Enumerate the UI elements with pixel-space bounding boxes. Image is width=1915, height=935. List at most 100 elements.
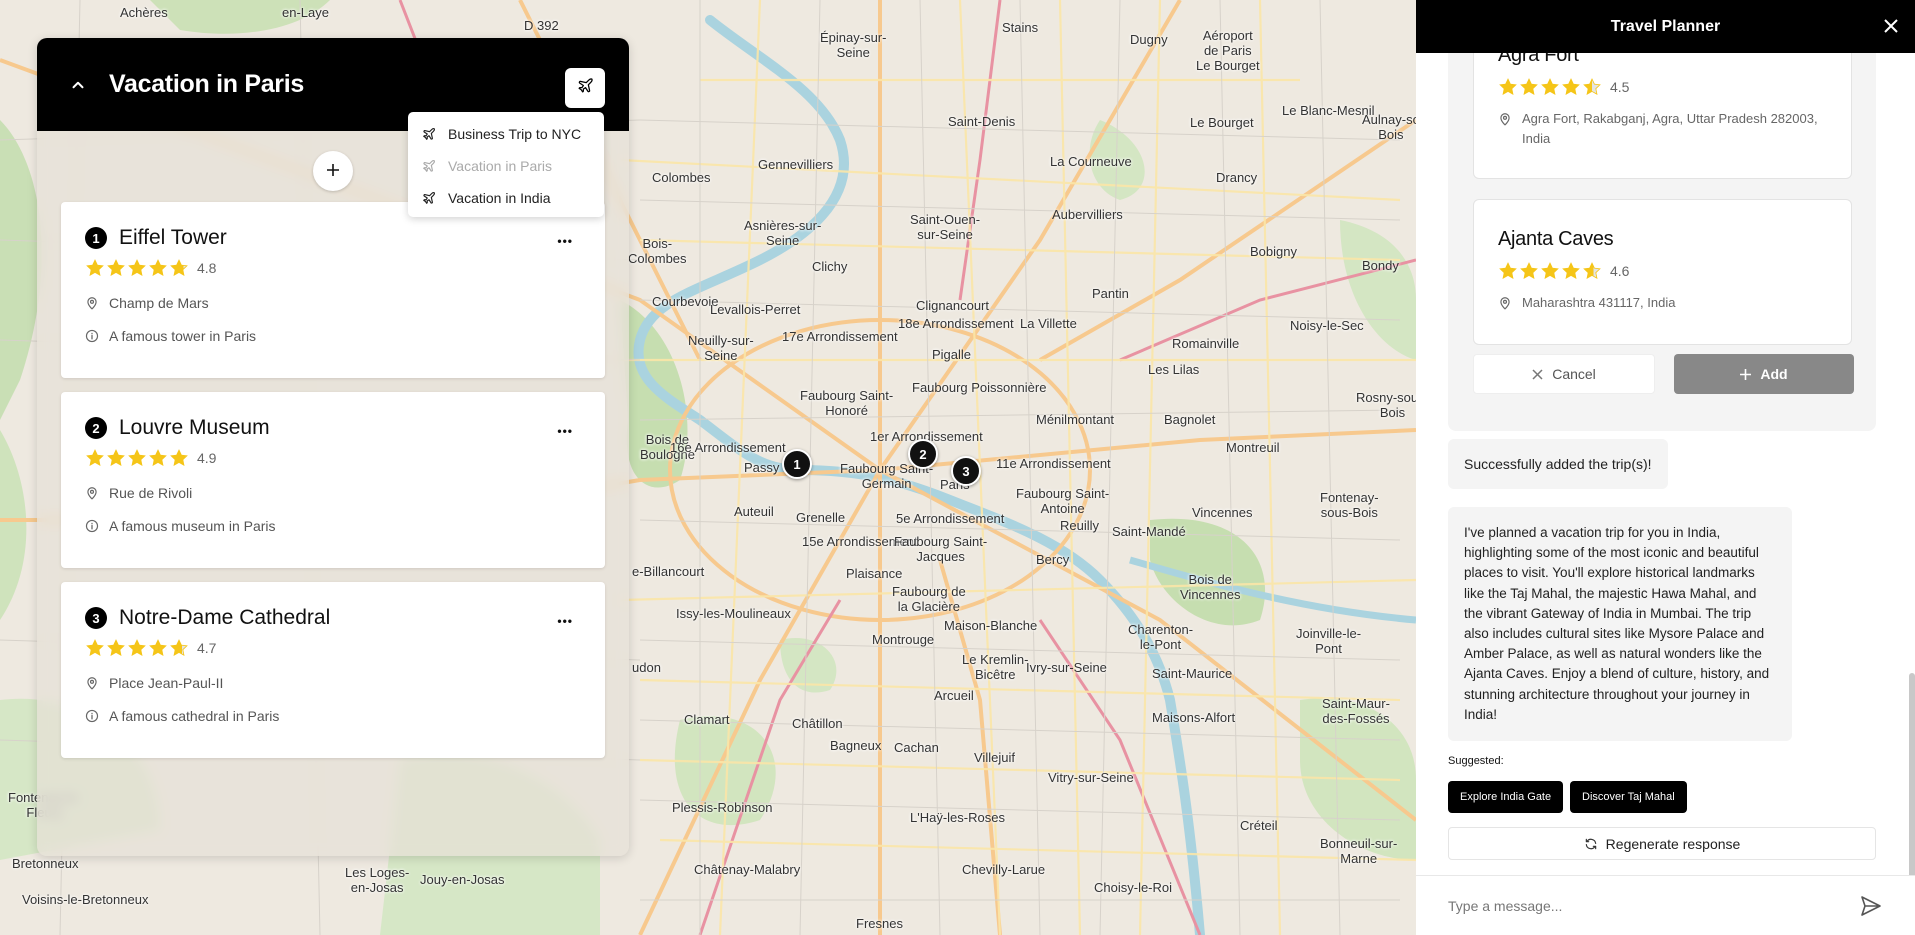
map-place-label: Fresnes bbox=[856, 916, 903, 931]
trip-menu-item-label: Vacation in Paris bbox=[448, 158, 553, 174]
star-icon bbox=[128, 449, 146, 466]
map-place-label: Levallois-Perret bbox=[710, 302, 801, 317]
map-place-label: Le Kremlin- Bicêtre bbox=[962, 652, 1029, 682]
result-card[interactable]: Agra Fort 4.5 Agra Fort, Rakabganj, Agra… bbox=[1473, 53, 1852, 179]
place-description: A famous cathedral in Paris bbox=[109, 708, 280, 724]
star-icon bbox=[107, 449, 125, 466]
regenerate-button[interactable]: Regenerate response bbox=[1448, 827, 1876, 860]
star-icon bbox=[1562, 78, 1580, 95]
result-address-row: Agra Fort, Rakabganj, Agra, Uttar Prades… bbox=[1498, 109, 1827, 149]
result-card[interactable]: Ajanta Caves 4.6 Maharashtra 431117, Ind… bbox=[1473, 199, 1852, 345]
place-card[interactable]: 3 Notre-Dame Cathedral ••• 4.7 Place Jea… bbox=[61, 582, 605, 758]
map-place-label: Dugny bbox=[1130, 32, 1168, 47]
map-place-label: Pantin bbox=[1092, 286, 1129, 301]
map-place-label: Les Loges- en-Josas bbox=[345, 865, 410, 895]
location-pin-icon bbox=[1500, 113, 1510, 126]
add-button[interactable]: Add bbox=[1674, 354, 1854, 394]
map-place-label: Stains bbox=[1002, 20, 1039, 35]
star-icon bbox=[149, 259, 167, 276]
plus-icon bbox=[1740, 368, 1752, 380]
map-place-label: Noisy-le-Sec bbox=[1290, 318, 1364, 333]
star-icon bbox=[1499, 262, 1517, 279]
map-place-label: Asnières-sur- Seine bbox=[744, 218, 822, 248]
map-place-label: Passy bbox=[744, 460, 780, 475]
rating-row: 4.5 bbox=[1498, 77, 1827, 97]
star-rating bbox=[85, 448, 189, 468]
star-icon bbox=[1520, 262, 1538, 279]
map-place-label: Plaisance bbox=[846, 566, 903, 581]
map-place-label: L'Haÿ-les-Roses bbox=[910, 810, 1005, 825]
map-place-label: Faubourg de la Glacière bbox=[892, 584, 966, 614]
trip-menu-item[interactable]: Business Trip to NYC bbox=[408, 118, 604, 150]
more-options-icon[interactable]: ••• bbox=[557, 234, 573, 248]
assistant-message: I've planned a vacation trip for you in … bbox=[1448, 507, 1792, 742]
map-marker[interactable]: 2 bbox=[908, 439, 938, 469]
rating-row: 4.8 bbox=[85, 258, 581, 278]
map-place-label: La Villette bbox=[1020, 316, 1077, 331]
place-description: A famous tower in Paris bbox=[109, 328, 257, 344]
description-row: A famous tower in Paris bbox=[85, 328, 581, 344]
map-place-label: Montreuil bbox=[1226, 440, 1280, 455]
chat-messages[interactable]: Agra Fort 4.5 Agra Fort, Rakabganj, Agra… bbox=[1416, 53, 1915, 875]
map-place-label: Bercy bbox=[1036, 552, 1070, 567]
star-rating bbox=[85, 258, 189, 278]
map-place-label: Clichy bbox=[812, 259, 848, 274]
suggestion-chip[interactable]: Explore India Gate bbox=[1448, 781, 1564, 813]
place-card[interactable]: 1 Eiffel Tower ••• 4.8 Champ de Mars A f… bbox=[61, 202, 605, 378]
star-icon bbox=[1541, 262, 1559, 279]
chevron-up-icon[interactable] bbox=[69, 76, 93, 94]
map-place-label: 16e Arrondissement bbox=[670, 440, 786, 455]
description-row: A famous museum in Paris bbox=[85, 518, 581, 534]
chat-panel: Travel Planner Agra Fort 4.5 Agra Fort, … bbox=[1416, 0, 1915, 935]
place-name: Eiffel Tower bbox=[119, 226, 227, 249]
add-place-button[interactable] bbox=[313, 151, 353, 191]
map-place-label: Maison-Blanche bbox=[944, 618, 1038, 633]
map-marker[interactable]: 3 bbox=[951, 456, 981, 486]
map-place-label: Saint-Ouen- sur-Seine bbox=[910, 212, 981, 242]
map-place-label: Joinville-le- Pont bbox=[1296, 626, 1362, 656]
star-icon bbox=[107, 639, 125, 656]
message-composer bbox=[1416, 875, 1915, 935]
plus-icon bbox=[326, 160, 340, 183]
place-address: Place Jean-Paul-II bbox=[109, 675, 224, 691]
address-row: Rue de Rivoli bbox=[85, 485, 581, 501]
message-input[interactable] bbox=[1448, 897, 1859, 914]
rating-value: 4.9 bbox=[197, 450, 217, 466]
place-card[interactable]: 2 Louvre Museum ••• 4.9 Rue de Rivoli A … bbox=[61, 392, 605, 568]
map-place-label: Créteil bbox=[1240, 818, 1278, 833]
chat-title: Travel Planner bbox=[1610, 17, 1721, 35]
map-place-label: Faubourg Saint- Jacques bbox=[894, 534, 988, 564]
trip-menu-item: Vacation in Paris bbox=[408, 150, 604, 182]
chat-scrollbar[interactable] bbox=[1909, 673, 1915, 875]
star-icon bbox=[1562, 262, 1580, 279]
more-options-icon[interactable]: ••• bbox=[557, 424, 573, 438]
map-place-label: Neuilly-sur- Seine bbox=[688, 333, 754, 363]
map-place-label: Chevilly-Larue bbox=[962, 862, 1046, 877]
plane-icon bbox=[423, 128, 435, 140]
star-icon bbox=[170, 259, 188, 276]
more-options-icon[interactable]: ••• bbox=[557, 614, 573, 628]
trip-menu-item[interactable]: Vacation in India bbox=[408, 182, 604, 214]
map-place-label: Ménilmontant bbox=[1036, 412, 1115, 427]
map-place-label: Bretonneux bbox=[12, 856, 79, 871]
map-place-label: Bobigny bbox=[1250, 244, 1297, 259]
result-address-row: Maharashtra 431117, India bbox=[1498, 293, 1827, 313]
map-place-label: Romainville bbox=[1172, 336, 1240, 351]
suggestion-chip[interactable]: Discover Taj Mahal bbox=[1570, 781, 1687, 813]
map-place-label: Faubourg Saint- Honoré bbox=[800, 388, 894, 418]
map-place-label: Bagneux bbox=[830, 738, 882, 753]
map-place-label: Plessis-Robinson bbox=[672, 800, 773, 815]
cancel-button[interactable]: Cancel bbox=[1473, 354, 1655, 394]
star-icon bbox=[86, 449, 104, 466]
map-place-label: Les Lilas bbox=[1148, 362, 1200, 377]
assistant-message: Successfully added the trip(s)! bbox=[1448, 439, 1668, 489]
map-place-label: Ivry-sur-Seine bbox=[1026, 660, 1107, 675]
map-place-label: Bois- Colombes bbox=[628, 236, 687, 266]
map-place-label: Bonneuil-sur- Marne bbox=[1320, 836, 1398, 866]
close-icon[interactable] bbox=[1881, 16, 1901, 36]
map-place-label: en-Laye bbox=[282, 5, 329, 20]
send-icon[interactable] bbox=[1859, 894, 1883, 918]
trip-switch-button[interactable] bbox=[565, 68, 605, 108]
map-place-label: Charenton- le-Pont bbox=[1128, 622, 1194, 652]
map-marker[interactable]: 1 bbox=[782, 449, 812, 479]
